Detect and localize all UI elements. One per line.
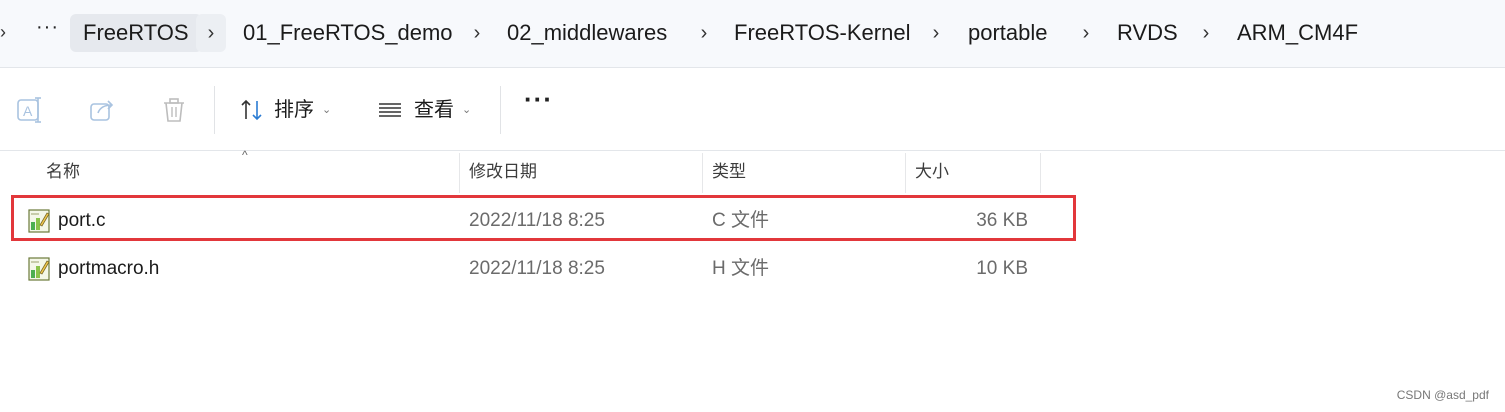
chevron-right-icon[interactable]: › <box>926 14 946 52</box>
rename-icon[interactable]: A <box>14 94 46 126</box>
chevron-right-icon[interactable]: › <box>694 14 714 52</box>
breadcrumb-item-rvds[interactable]: RVDS <box>1117 14 1178 52</box>
column-header-row: ^ 名称 修改日期 类型 大小 <box>0 148 1505 193</box>
toolbar-divider <box>500 86 501 134</box>
file-name[interactable]: portmacro.h <box>58 247 159 291</box>
breadcrumb-item-middlewares[interactable]: 02_middlewares <box>507 14 667 52</box>
column-header-name[interactable]: 名称 <box>46 151 80 193</box>
chevron-right-icon[interactable]: › <box>196 14 226 52</box>
chevron-right-icon[interactable]: › <box>467 14 487 52</box>
file-date: 2022/11/18 8:25 <box>469 258 605 279</box>
command-bar: A 排序 ⌄ 查看 ⌄ ··· <box>0 70 1505 150</box>
source-file-icon <box>28 257 50 281</box>
share-icon[interactable] <box>86 94 118 126</box>
chevron-down-icon: ⌄ <box>462 104 472 116</box>
breadcrumb-item-arm-cm4f[interactable]: ARM_CM4F <box>1237 14 1358 52</box>
view-button[interactable]: 查看 ⌄ <box>376 92 471 128</box>
view-label: 查看 <box>414 99 454 121</box>
chevron-right-icon[interactable]: › <box>0 22 6 43</box>
sort-icon <box>241 99 262 121</box>
chevron-down-icon: ⌄ <box>322 104 332 116</box>
column-divider[interactable] <box>459 153 460 193</box>
chevron-right-icon[interactable]: › <box>1076 14 1096 52</box>
toolbar-divider <box>214 86 215 134</box>
view-list-icon <box>379 103 401 117</box>
svg-text:A: A <box>23 103 33 119</box>
sort-button[interactable]: 排序 ⌄ <box>238 92 331 128</box>
chevron-right-icon[interactable]: › <box>1196 14 1216 52</box>
breadcrumb-item-portable[interactable]: portable <box>968 14 1048 52</box>
sort-label: 排序 <box>274 99 314 121</box>
more-options-button[interactable]: ··· <box>524 84 553 115</box>
column-header-type[interactable]: 类型 <box>712 151 746 193</box>
watermark: CSDN @asd_pdf <box>1396 388 1489 402</box>
file-type: H 文件 <box>712 258 770 279</box>
breadcrumb-item-freertos[interactable]: FreeRTOS <box>70 14 202 52</box>
address-bar: › ··· FreeRTOS › 01_FreeRTOS_demo › 02_m… <box>0 0 1505 68</box>
delete-icon[interactable] <box>158 94 190 126</box>
column-divider[interactable] <box>702 153 703 193</box>
column-header-date[interactable]: 修改日期 <box>469 151 537 193</box>
highlight-box <box>11 195 1076 241</box>
file-row[interactable]: portmacro.h 2022/11/18 8:25 H 文件 10 KB <box>14 247 1074 291</box>
column-header-size[interactable]: 大小 <box>915 151 949 193</box>
sort-ascending-icon: ^ <box>242 148 248 162</box>
column-divider[interactable] <box>905 153 906 193</box>
breadcrumb-item-freertos-kernel[interactable]: FreeRTOS-Kernel <box>734 14 910 52</box>
breadcrumb-overflow-button[interactable]: ··· <box>36 16 59 39</box>
file-size: 10 KB <box>976 258 1028 279</box>
breadcrumb-item-freertos-demo[interactable]: 01_FreeRTOS_demo <box>243 14 453 52</box>
column-divider[interactable] <box>1040 153 1041 193</box>
